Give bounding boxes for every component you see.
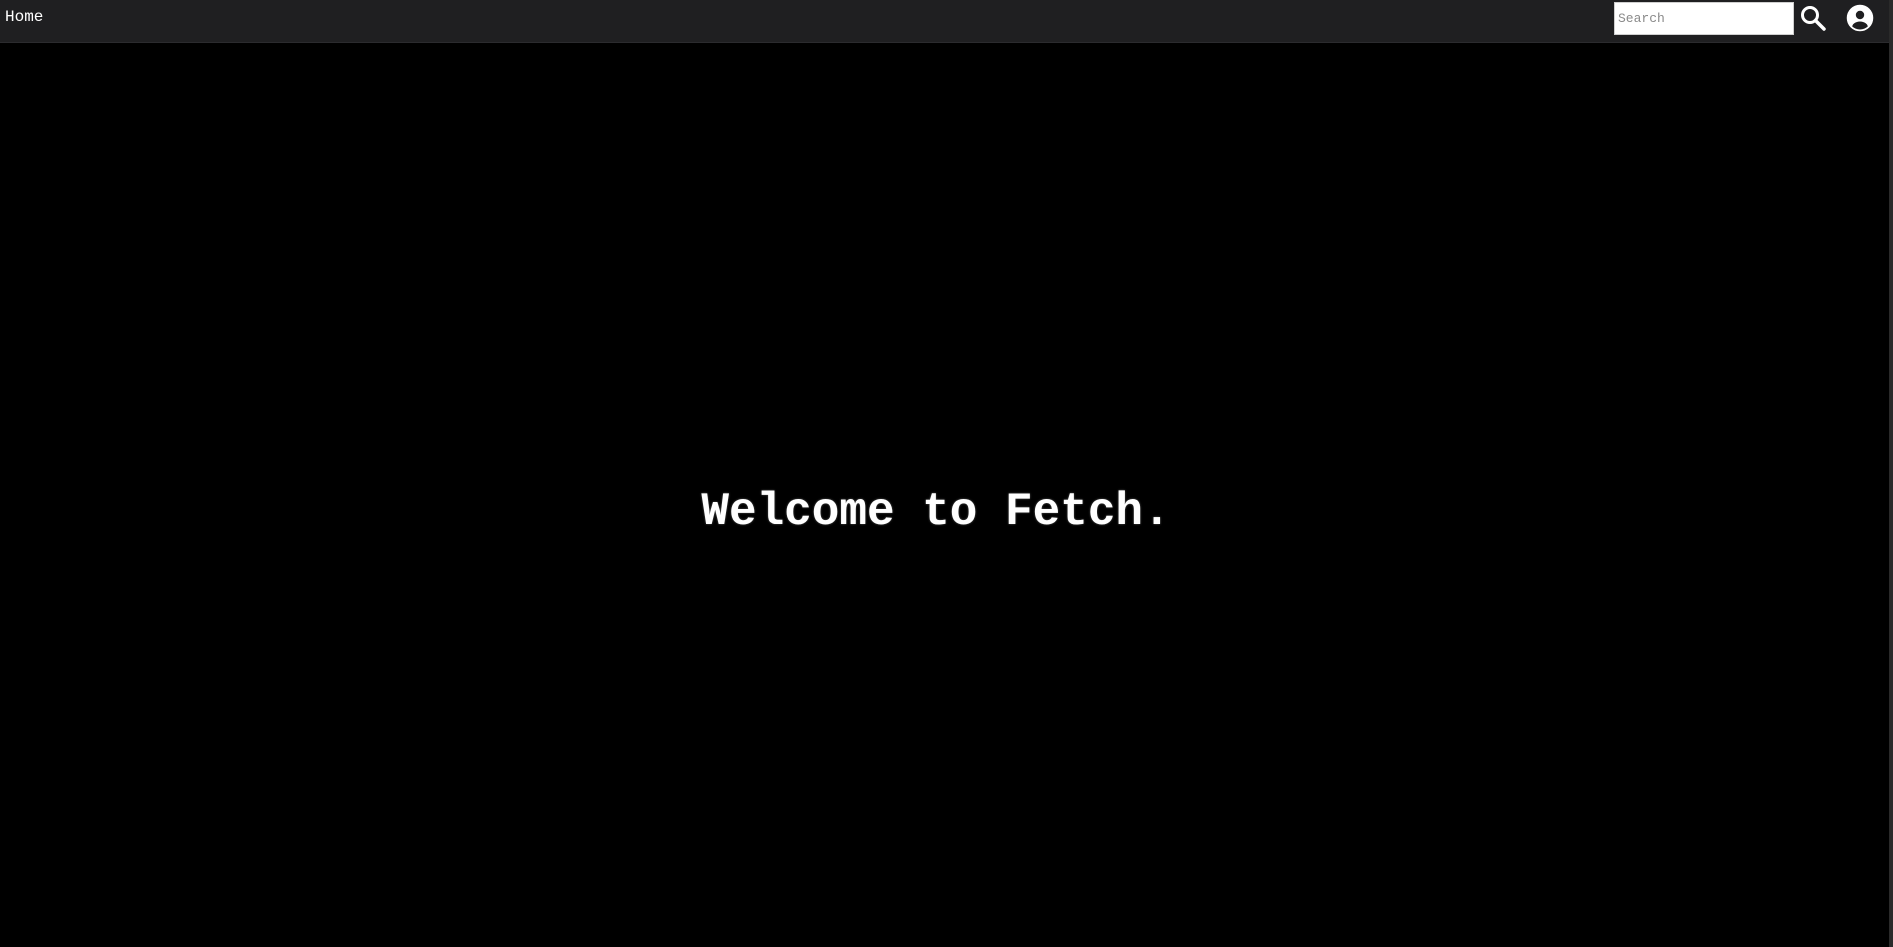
top-navigation-bar: Home <box>0 0 1893 43</box>
account-button[interactable] <box>1844 2 1876 34</box>
user-circle-icon <box>1846 4 1874 32</box>
search-button[interactable] <box>1797 2 1829 34</box>
scrollbar[interactable] <box>1889 0 1893 947</box>
search-input[interactable] <box>1614 2 1794 35</box>
welcome-heading: Welcome to Fetch. <box>701 486 1171 538</box>
home-link[interactable]: Home <box>5 8 43 26</box>
search-icon <box>1801 6 1826 31</box>
